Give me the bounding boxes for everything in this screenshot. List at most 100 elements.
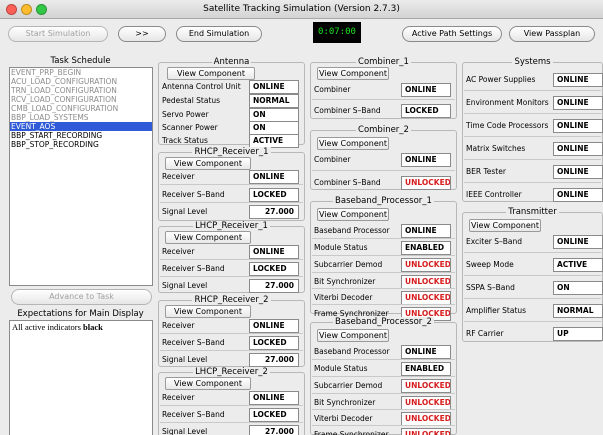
comb2-view-component-button[interactable]: View Component: [317, 137, 389, 150]
bbp1-view-component-button[interactable]: View Component: [317, 208, 389, 221]
bbp2-row-label: Viterbi Decoder: [314, 414, 373, 423]
task-item[interactable]: TRN_LOAD_CONFIGURATION: [10, 86, 152, 95]
task-item[interactable]: EVENT_PRP_BEGIN: [10, 68, 152, 77]
transmitter-view-component-button[interactable]: View Component: [469, 219, 541, 232]
task-item[interactable]: BBP_STOP_RECORDING: [10, 140, 152, 149]
rhcp1-status-value: 27.000: [249, 205, 299, 219]
rhcp2-row-label: Signal Level: [162, 355, 208, 364]
lhcp-receiver-2-panel: LHCP_Receiver_2 View Component Receiver ONL…: [158, 367, 305, 435]
bbp2-row-label: Frame Synchronizer: [314, 430, 389, 435]
task-item[interactable]: EVENT_AOS: [10, 122, 152, 131]
transmitter-status-value: ACTIVE: [553, 258, 603, 272]
bbp1-title-text: Baseband_Processor_1: [333, 196, 434, 206]
systems-row-label: Time Code Processors: [466, 121, 549, 130]
rhcp-receiver-1-panel: RHCP_Receiver_1 View Component Receiver ONL…: [158, 147, 305, 221]
systems-row-label: AC Power Supplies: [466, 75, 536, 84]
task-item[interactable]: BBP_LOAD_SYSTEMS: [10, 113, 152, 122]
rhcp2-title-text: RHCP_Receiver_2: [192, 295, 271, 305]
bbp2-view-component-button[interactable]: View Component: [317, 329, 389, 342]
lhcp2-row-label: Receiver S–Band: [162, 410, 225, 419]
lhcp1-view-component-button[interactable]: View Component: [165, 231, 251, 244]
rhcp2-status-value: 27.000: [249, 353, 299, 367]
expectations-panel: All active indicators black: [9, 320, 153, 435]
systems-status-value: ONLINE: [553, 142, 603, 156]
row-separator: [312, 254, 455, 256]
bbp1-row-label: Baseband Processor: [314, 226, 390, 235]
row-separator: [312, 271, 455, 273]
antenna-row-label: Track Status: [162, 136, 208, 145]
task-item[interactable]: ACU_LOAD_CONFIGURATION: [10, 77, 152, 86]
systems-panel: Systems AC Power Supplies ONLINE Environmen…: [462, 57, 603, 202]
bbp2-row-label: Subcarrier Demod: [314, 381, 383, 390]
lhcp2-view-component-button[interactable]: View Component: [165, 377, 251, 390]
antenna-row-label: Scanner Power: [162, 123, 218, 132]
step-forward-button[interactable]: >>: [118, 26, 166, 42]
combiner-1-panel: Combiner_1 View Component Combiner ONLINE Co…: [310, 57, 457, 119]
systems-row-label: Environment Monitors: [466, 98, 549, 107]
bbp2-row-label: Bit Synchronizer: [314, 398, 376, 407]
comb2-status-value: ONLINE: [401, 153, 451, 167]
expectations-title: Expectations for Main Display: [17, 309, 144, 319]
antenna-view-component-button[interactable]: View Component: [167, 67, 255, 80]
lhcp1-status-value: LOCKED: [249, 262, 299, 276]
transmitter-status-value: ONLINE: [553, 235, 603, 249]
lhcp2-status-value: 27.000: [249, 425, 299, 435]
comb1-view-component-button[interactable]: View Component: [317, 67, 389, 80]
end-simulation-button[interactable]: End Simulation: [176, 26, 262, 42]
window-title: Satellite Tracking Simulation (Version 2…: [203, 4, 400, 14]
bbp2-title-text: Baseband_Processor_2: [333, 317, 434, 327]
bbp2-status-value: UNLOCKED: [401, 412, 451, 426]
rhcp1-view-component-button[interactable]: View Component: [165, 157, 251, 170]
comb1-status-value: ONLINE: [401, 83, 451, 97]
antenna-row-label: Servo Power: [162, 110, 209, 119]
advance-to-task-button[interactable]: Advance to Task: [11, 289, 152, 305]
close-window-button[interactable]: [6, 4, 17, 15]
start-simulation-button[interactable]: Start Simulation: [8, 26, 108, 42]
row-separator: [464, 135, 601, 137]
systems-row-label: IEEE Controller: [466, 190, 522, 199]
rhcp2-status-value: ONLINE: [249, 319, 299, 333]
bbp2-row-label: Baseband Processor: [314, 347, 390, 356]
combiner-2-panel: Combiner_2 View Component Combiner ONLINE Co…: [310, 125, 457, 190]
baseband-processor-1-panel: Baseband_Processor_1 View Component Baseba…: [310, 196, 457, 321]
antenna-status-value: NORMAL: [249, 94, 299, 108]
row-separator: [312, 358, 455, 360]
row-separator: [160, 332, 303, 334]
simulation-timer: 0:07:00: [313, 22, 361, 43]
row-separator: [160, 201, 303, 203]
antenna-status-value: ONLINE: [249, 80, 299, 94]
row-separator: [160, 184, 303, 185]
comb2-row-label: Combiner: [314, 155, 351, 164]
view-passplan-button[interactable]: View Passplan: [509, 26, 595, 42]
rhcp2-status-value: LOCKED: [249, 336, 299, 350]
row-separator: [464, 89, 601, 91]
rhcp1-row-label: Receiver S–Band: [162, 190, 225, 199]
rhcp1-row-label: Signal Level: [162, 207, 208, 216]
bbp2-status-value: UNLOCKED: [401, 379, 451, 393]
lhcp1-status-value: 27.000: [249, 279, 299, 293]
rhcp2-view-component-button[interactable]: View Component: [165, 305, 251, 318]
row-separator: [464, 274, 601, 276]
row-separator: [160, 421, 303, 423]
task-item[interactable]: RCV_LOAD_CONFIGURATION: [10, 95, 152, 104]
row-separator: [464, 251, 601, 253]
transmitter-status-value: UP: [553, 327, 603, 341]
lhcp1-title-text: LHCP_Receiver_1: [193, 221, 270, 231]
minimize-window-button[interactable]: [21, 4, 32, 15]
bbp1-row-label: Viterbi Decoder: [314, 293, 373, 302]
rhcp2-row-label: Receiver: [162, 321, 195, 330]
task-schedule-list[interactable]: EVENT_PRP_BEGIN ACU_LOAD_CONFIGURATION TRN…: [9, 67, 153, 286]
zoom-window-button[interactable]: [36, 4, 47, 15]
transmitter-row-label: Sweep Mode: [466, 260, 514, 269]
task-schedule-title: Task Schedule: [50, 56, 111, 66]
bbp2-row-label: Module Status: [314, 364, 368, 373]
rhcp2-row-label: Receiver S–Band: [162, 338, 225, 347]
comb1-row-label: Combiner: [314, 85, 351, 94]
systems-status-value: ONLINE: [553, 96, 603, 110]
active-path-settings-button[interactable]: Active Path Settings: [402, 26, 502, 42]
task-item[interactable]: BBP_START_RECORDING: [10, 131, 152, 140]
row-separator: [312, 425, 455, 426]
task-item[interactable]: CMB_LOAD_CONFIGURATION: [10, 104, 152, 113]
lhcp1-row-label: Signal Level: [162, 281, 208, 290]
rhcp1-title-text: RHCP_Receiver_1: [192, 147, 271, 157]
